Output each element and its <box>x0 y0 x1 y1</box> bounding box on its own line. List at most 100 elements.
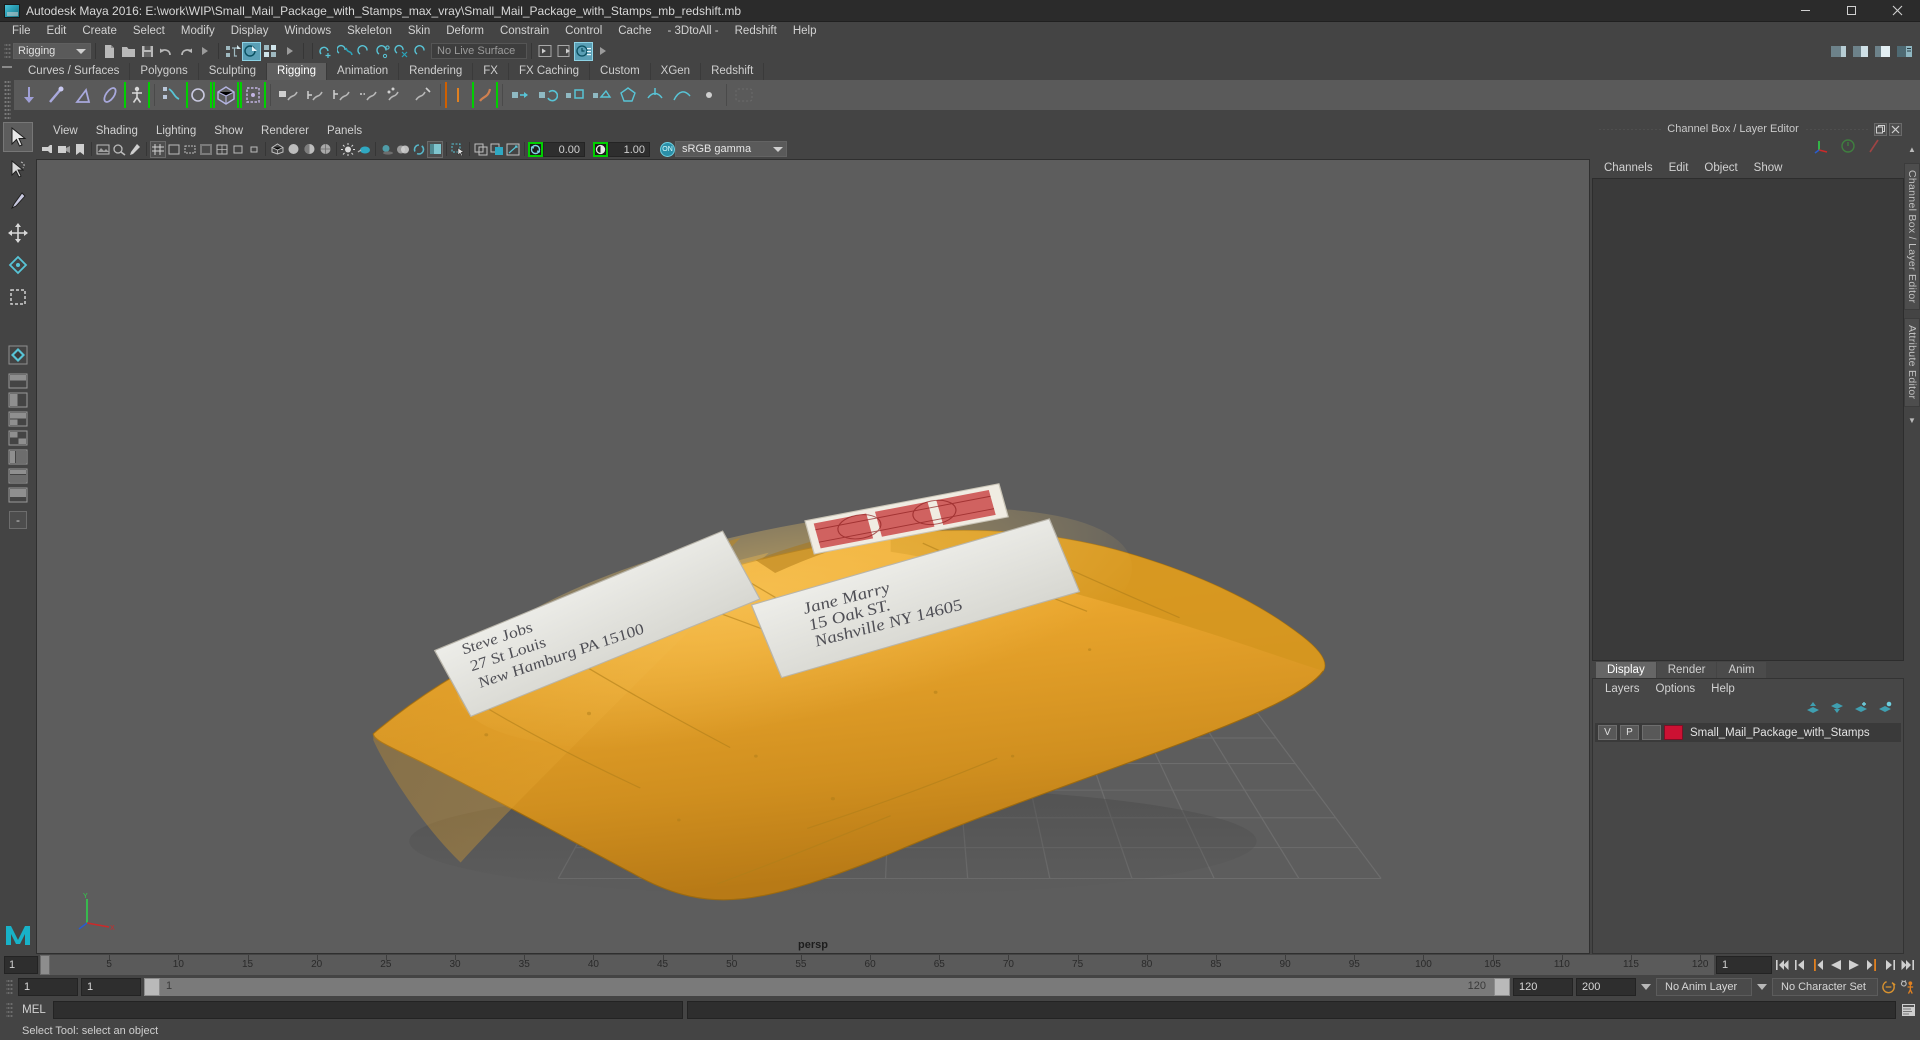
menu-skin[interactable]: Skin <box>400 22 438 40</box>
shelf-smooth-bind-icon[interactable] <box>213 82 239 108</box>
select-camera-icon[interactable] <box>40 141 56 158</box>
save-scene-icon[interactable] <box>138 42 157 61</box>
shelf-human-ik-icon[interactable] <box>124 82 150 108</box>
select-by-hierarchy-icon[interactable] <box>223 42 242 61</box>
color-management-select[interactable]: sRGB gamma <box>675 141 787 157</box>
range-slider-right-handle[interactable] <box>1494 978 1510 996</box>
shelf-constraint-parent-icon[interactable] <box>445 82 471 108</box>
play-backwards-icon[interactable] <box>1828 956 1844 974</box>
sidebar-toggle-b-icon[interactable] <box>1851 42 1870 61</box>
open-render-view-icon[interactable] <box>536 42 555 61</box>
step-forward-key-icon[interactable] <box>1882 956 1898 974</box>
snap-to-grid-icon[interactable] <box>317 42 336 61</box>
range-slider-grip[interactable] <box>6 978 13 996</box>
layer-row[interactable]: V P Small_Mail_Package_with_Stamps <box>1595 723 1901 742</box>
layer-shading-toggle[interactable] <box>1642 725 1661 740</box>
panel-undock-button[interactable] <box>1874 122 1887 136</box>
shelf-constraint-pole-vector-icon[interactable] <box>588 82 614 108</box>
shelf-cluster-deformer-icon[interactable] <box>302 82 328 108</box>
shelf-constraint-orient-icon[interactable] <box>534 82 560 108</box>
command-language-label[interactable]: MEL <box>19 1004 49 1016</box>
menuset-selector[interactable]: Rigging <box>13 43 91 59</box>
menu-3dtoall[interactable]: - 3DtoAll - <box>660 22 727 40</box>
shelf-tab-sculpting[interactable]: Sculpting <box>198 63 268 80</box>
image-plane-icon[interactable] <box>95 141 111 158</box>
vtab-channel-box-layer-editor[interactable]: Channel Box / Layer Editor <box>1904 163 1920 311</box>
gate-mask-icon[interactable] <box>198 141 214 158</box>
command-output-field[interactable] <box>687 1001 1896 1019</box>
menu-create[interactable]: Create <box>74 22 125 40</box>
channel-speed-icon[interactable] <box>1840 138 1856 157</box>
shelf-more-icon[interactable] <box>731 82 757 108</box>
shelf-tab-redshift[interactable]: Redshift <box>701 63 765 80</box>
shelf-quick-rig-icon[interactable] <box>696 82 722 108</box>
resolution-gate-icon[interactable] <box>182 141 198 158</box>
tool-move[interactable] <box>3 218 33 248</box>
menu-redshift[interactable]: Redshift <box>727 22 785 40</box>
animation-end-field[interactable]: 200 <box>1576 978 1636 996</box>
smooth-shade-selected-icon[interactable] <box>301 141 317 158</box>
tool-lasso-select[interactable] <box>3 154 33 184</box>
wireframe-shading-icon[interactable] <box>269 141 285 158</box>
snap-to-view-plane-icon[interactable] <box>393 42 412 61</box>
shelf-ik-spline-icon[interactable] <box>70 82 96 108</box>
menu-select[interactable]: Select <box>125 22 173 40</box>
snap-to-projected-center-icon[interactable] <box>374 42 393 61</box>
tab-anim-layers[interactable]: Anim <box>1717 662 1766 678</box>
shelf-tab-rigging[interactable]: Rigging <box>267 63 328 80</box>
anim-layer-dropdown-icon[interactable] <box>1641 984 1651 990</box>
shelf-tab-fx-caching[interactable]: FX Caching <box>508 63 591 80</box>
scroll-down-icon[interactable]: ▼ <box>1907 415 1918 426</box>
grid-toggle-icon[interactable] <box>150 140 166 158</box>
shelf-constraint-geometry-icon[interactable] <box>615 82 641 108</box>
panel-grip-left[interactable] <box>1598 128 1662 130</box>
time-playhead[interactable] <box>40 955 50 975</box>
layer-name[interactable]: Small_Mail_Package_with_Stamps <box>1690 727 1870 739</box>
vtab-attribute-editor[interactable]: Attribute Editor <box>1904 318 1920 407</box>
range-start-field[interactable]: 1 <box>81 978 141 996</box>
tool-select[interactable] <box>3 122 33 152</box>
toolbar-grip[interactable] <box>4 42 11 60</box>
anti-aliasing-icon[interactable] <box>411 141 427 158</box>
xray-select-icon[interactable] <box>450 141 466 158</box>
shelf-lattice-deformer-icon[interactable] <box>275 82 301 108</box>
grease-pencil-icon[interactable] <box>127 141 143 158</box>
step-back-key-icon[interactable] <box>1792 956 1808 974</box>
saved-layout-add-icon[interactable]: - <box>7 511 29 529</box>
menu-display[interactable]: Display <box>223 22 277 40</box>
command-line-grip[interactable] <box>6 1001 13 1019</box>
anim-layer-field[interactable]: No Anim Layer <box>1656 978 1752 996</box>
shelf-tab-custom[interactable]: Custom <box>590 63 651 80</box>
layout-single-pane-icon[interactable] <box>7 372 29 390</box>
add-layout-icon[interactable]: - <box>9 511 27 529</box>
layer-visibility-toggle[interactable]: V <box>1598 725 1617 740</box>
select-by-component-type-icon[interactable] <box>261 42 280 61</box>
tab-display-layers[interactable]: Display <box>1596 662 1656 678</box>
close-button[interactable] <box>1874 0 1920 22</box>
snap-to-point-icon[interactable] <box>355 42 374 61</box>
shelf-blendshape-icon[interactable] <box>356 82 382 108</box>
safe-action-icon[interactable] <box>230 141 246 158</box>
safe-title-icon[interactable] <box>246 141 262 158</box>
layers-menu-layers[interactable]: Layers <box>1597 683 1648 695</box>
current-frame-field[interactable]: 1 <box>1716 956 1772 974</box>
script-editor-icon[interactable] <box>1900 1001 1916 1019</box>
menu-file[interactable]: File <box>4 22 39 40</box>
menu-skeleton[interactable]: Skeleton <box>339 22 400 40</box>
manipulator-axis-icon[interactable] <box>1814 138 1830 157</box>
shadows-icon[interactable] <box>379 141 395 158</box>
channel-box-list[interactable] <box>1592 178 1904 661</box>
use-default-lighting-icon[interactable] <box>340 141 356 158</box>
smooth-shade-all-icon[interactable] <box>285 141 301 158</box>
tool-rotate[interactable] <box>3 250 33 280</box>
range-end-field[interactable]: 120 <box>1513 978 1573 996</box>
shelf-tab-rendering[interactable]: Rendering <box>399 63 474 80</box>
layer-list[interactable]: V P Small_Mail_Package_with_Stamps <box>1593 719 1903 953</box>
shelf-constraint-point-icon[interactable] <box>472 82 498 108</box>
viewport-menu-lighting[interactable]: Lighting <box>147 125 205 137</box>
shelf-interactive-bind-icon[interactable] <box>186 82 212 108</box>
character-set-field[interactable]: No Character Set <box>1772 978 1878 996</box>
render-settings-more-icon[interactable] <box>593 42 612 61</box>
render-current-frame-icon[interactable] <box>555 42 574 61</box>
scroll-up-icon[interactable]: ▲ <box>1907 144 1918 155</box>
